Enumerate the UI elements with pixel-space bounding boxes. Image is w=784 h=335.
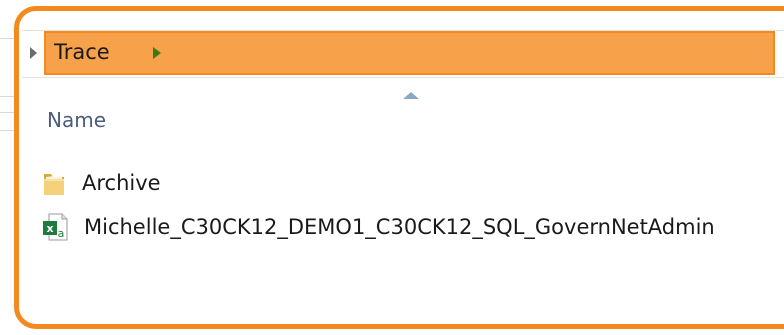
chrome-divider	[0, 130, 14, 131]
chrome-divider	[0, 96, 14, 97]
svg-text:x: x	[46, 222, 53, 235]
chrome-divider	[0, 112, 14, 113]
chrome-divider	[0, 38, 14, 39]
svg-text:a: a	[58, 227, 65, 240]
breadcrumb-label: Trace	[54, 40, 110, 64]
breadcrumb-item-trace[interactable]: Trace	[44, 31, 775, 75]
breadcrumb-expand-arrow-icon[interactable]	[30, 47, 37, 59]
file-name: Michelle_C30CK12_DEMO1_C30CK12_SQL_Gover…	[84, 215, 715, 239]
sort-ascending-icon	[403, 92, 419, 99]
excel-file-icon: x a	[42, 213, 68, 241]
breadcrumb-chevron-icon[interactable]	[153, 47, 161, 59]
address-bar[interactable]: Trace	[22, 30, 784, 78]
file-name: Archive	[82, 171, 161, 195]
list-item[interactable]: Archive	[42, 168, 161, 198]
column-header-name[interactable]: Name	[47, 108, 106, 132]
list-item[interactable]: x a Michelle_C30CK12_DEMO1_C30CK12_SQL_G…	[42, 212, 715, 242]
explorer-window: Trace Name Archive x a Michelle_C30CK12_…	[0, 0, 784, 335]
folder-icon	[42, 171, 66, 195]
